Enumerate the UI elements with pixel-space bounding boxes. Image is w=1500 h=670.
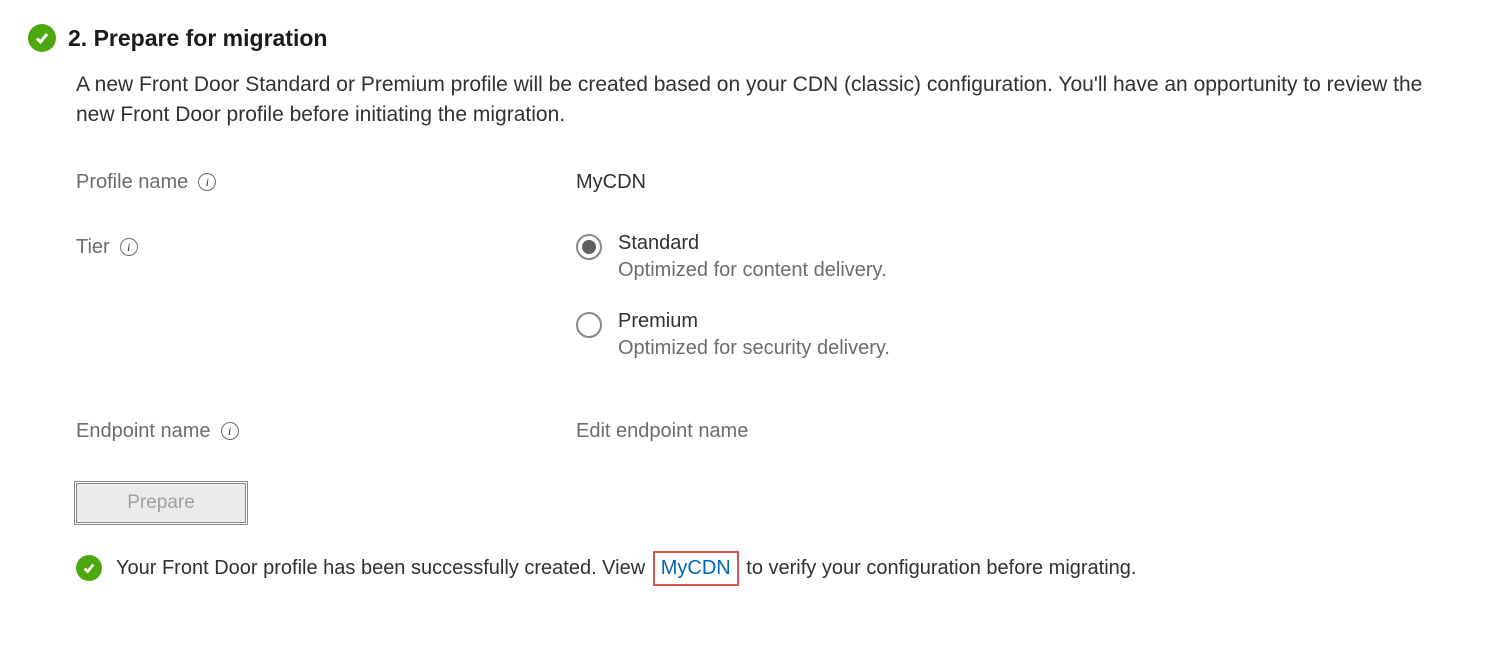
step-title: 2. Prepare for migration <box>68 25 327 52</box>
status-text: Your Front Door profile has been success… <box>116 551 1137 586</box>
info-icon[interactable]: i <box>221 422 239 440</box>
status-text-before: Your Front Door profile has been success… <box>116 557 651 579</box>
status-text-after: to verify your configuration before migr… <box>741 557 1137 579</box>
step-description: A new Front Door Standard or Premium pro… <box>76 70 1436 131</box>
check-icon <box>76 555 102 581</box>
radio-icon <box>576 312 602 338</box>
profile-name-label: Profile name i <box>76 171 576 194</box>
endpoint-name-value[interactable]: Edit endpoint name <box>576 420 748 443</box>
form-area: Profile name i MyCDN Tier i Standard Opt… <box>76 171 1472 443</box>
info-icon[interactable]: i <box>120 238 138 256</box>
endpoint-name-label: Endpoint name i <box>76 420 576 443</box>
prepare-button[interactable]: Prepare <box>76 483 246 523</box>
endpoint-name-row: Endpoint name i Edit endpoint name <box>76 420 1472 443</box>
tier-label: Tier i <box>76 232 576 259</box>
status-link[interactable]: MyCDN <box>653 551 739 586</box>
profile-name-row: Profile name i MyCDN <box>76 171 1472 194</box>
tier-radio-group: Standard Optimized for content delivery.… <box>576 232 890 360</box>
tier-radio-premium[interactable]: Premium Optimized for security delivery. <box>576 310 890 360</box>
radio-icon <box>576 234 602 260</box>
tier-row: Tier i Standard Optimized for content de… <box>76 232 1472 360</box>
status-row: Your Front Door profile has been success… <box>76 551 1472 586</box>
tier-premium-sub: Optimized for security delivery. <box>618 337 890 360</box>
tier-standard-sub: Optimized for content delivery. <box>618 259 887 282</box>
endpoint-name-label-text: Endpoint name <box>76 420 211 443</box>
tier-standard-label: Standard <box>618 232 887 255</box>
radio-dot-icon <box>582 240 596 254</box>
step-header: 2. Prepare for migration <box>28 24 1472 52</box>
radio-text: Premium Optimized for security delivery. <box>618 310 890 360</box>
tier-radio-standard[interactable]: Standard Optimized for content delivery. <box>576 232 890 282</box>
radio-text: Standard Optimized for content delivery. <box>618 232 887 282</box>
tier-label-text: Tier <box>76 236 110 259</box>
profile-name-value: MyCDN <box>576 171 646 194</box>
profile-name-label-text: Profile name <box>76 171 188 194</box>
tier-premium-label: Premium <box>618 310 890 333</box>
check-icon <box>28 24 56 52</box>
info-icon[interactable]: i <box>198 173 216 191</box>
